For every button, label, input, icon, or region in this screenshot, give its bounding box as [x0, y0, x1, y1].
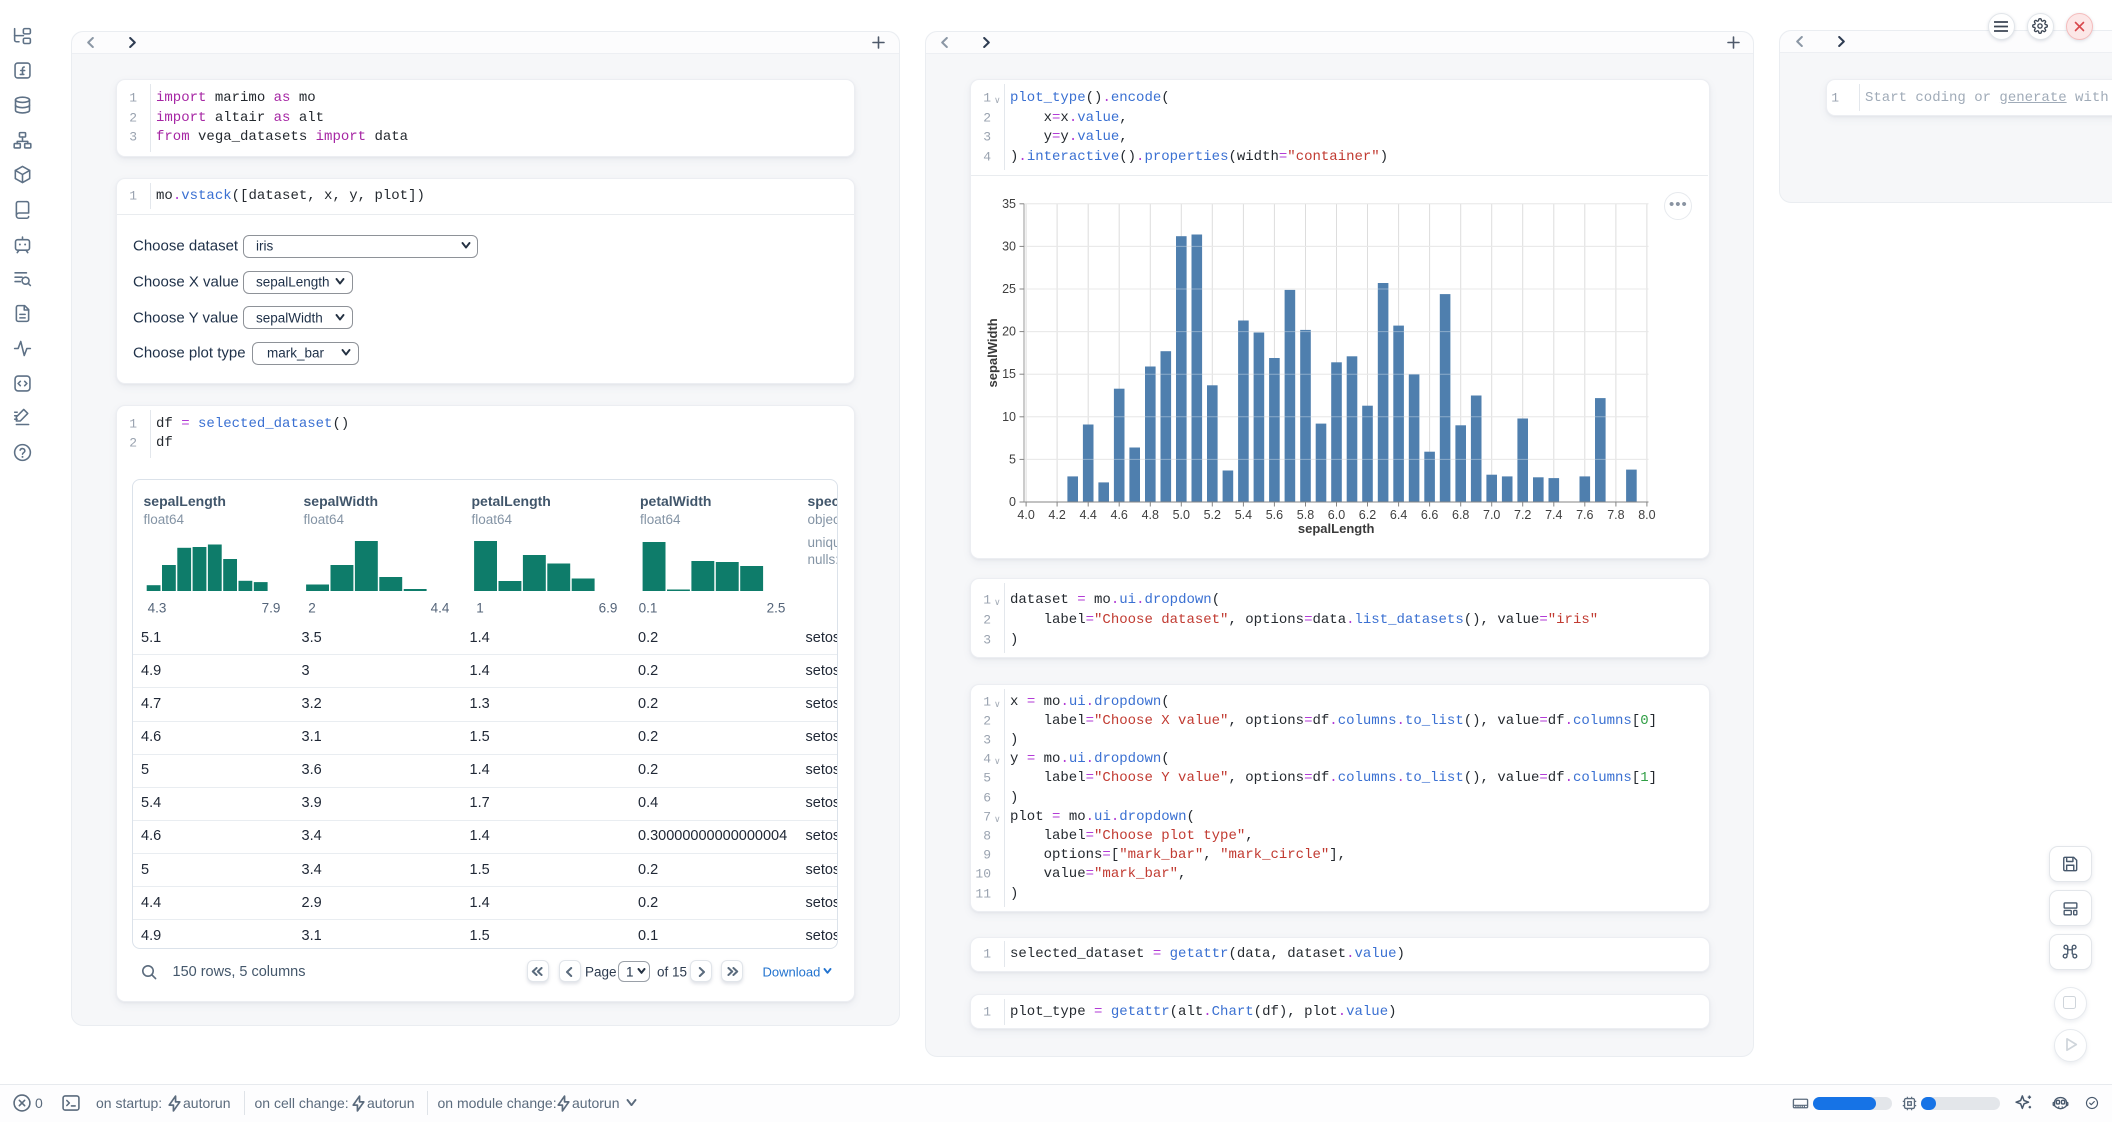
svg-text:7.2: 7.2 [1514, 508, 1531, 522]
svg-text:6.4: 6.4 [1389, 508, 1406, 522]
svg-text:5.4: 5.4 [1234, 508, 1251, 522]
svg-text:6.8: 6.8 [1452, 508, 1469, 522]
svg-text:25: 25 [1002, 282, 1016, 296]
svg-text:7.0: 7.0 [1483, 508, 1500, 522]
svg-text:5.8: 5.8 [1296, 508, 1313, 522]
svg-text:6.6: 6.6 [1420, 508, 1437, 522]
svg-text:5.6: 5.6 [1265, 508, 1282, 522]
svg-text:6.2: 6.2 [1358, 508, 1375, 522]
svg-text:5: 5 [1009, 452, 1016, 466]
svg-text:8.0: 8.0 [1638, 508, 1655, 522]
svg-text:15: 15 [1002, 367, 1016, 381]
svg-text:4.0: 4.0 [1017, 508, 1034, 522]
svg-text:4.6: 4.6 [1110, 508, 1127, 522]
svg-text:0: 0 [1009, 495, 1016, 509]
svg-text:6.0: 6.0 [1327, 508, 1344, 522]
svg-text:4.4: 4.4 [1079, 508, 1096, 522]
svg-text:sepalLength: sepalLength [1297, 521, 1374, 536]
svg-text:5.0: 5.0 [1172, 508, 1189, 522]
svg-text:4.2: 4.2 [1048, 508, 1065, 522]
svg-text:5.2: 5.2 [1203, 508, 1220, 522]
svg-text:7.4: 7.4 [1545, 508, 1562, 522]
svg-text:20: 20 [1002, 324, 1016, 338]
svg-text:7.6: 7.6 [1576, 508, 1593, 522]
svg-text:7.8: 7.8 [1607, 508, 1624, 522]
svg-text:30: 30 [1002, 239, 1016, 253]
svg-text:4.8: 4.8 [1141, 508, 1158, 522]
svg-text:10: 10 [1002, 409, 1016, 423]
svg-text:35: 35 [1002, 196, 1016, 210]
svg-text:sepalWidth: sepalWidth [985, 318, 1000, 387]
